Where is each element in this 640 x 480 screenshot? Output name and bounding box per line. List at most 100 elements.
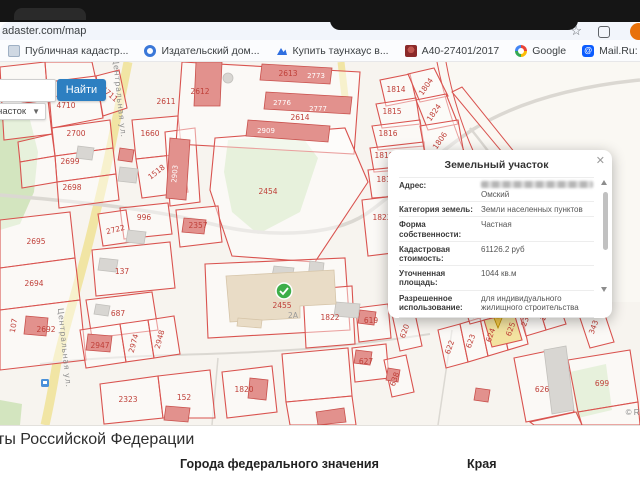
svg-text:137: 137 <box>115 267 130 276</box>
row-label: Разрешенное использование: <box>399 293 463 312</box>
find-button[interactable]: Найти <box>57 79 106 101</box>
row-value: для индивидуального жилищного строительс… <box>481 293 579 312</box>
svg-text:2909: 2909 <box>257 127 275 135</box>
svg-text:2698: 2698 <box>62 183 81 192</box>
scroll-up-icon[interactable] <box>601 180 607 185</box>
close-icon[interactable]: ✕ <box>596 154 605 167</box>
tab-shadow <box>330 20 578 30</box>
svg-text:2323: 2323 <box>118 395 137 404</box>
townhouse-icon <box>276 45 288 57</box>
redacted-address-line <box>481 181 593 188</box>
popup-footer: Отображена справочная информация об объе… <box>399 316 594 318</box>
scrollbar-thumb[interactable] <box>603 192 608 250</box>
svg-text:1814: 1814 <box>386 85 405 94</box>
object-type-select[interactable]: участок ▼ <box>0 103 46 120</box>
row-value: Земли населенных пунктов <box>481 205 583 215</box>
map-copyright: © Ru <box>625 408 640 417</box>
google-icon <box>515 44 528 57</box>
court-emblem-icon <box>404 44 417 57</box>
bookmark-publisher[interactable]: Издательский дом... <box>144 44 260 57</box>
extensions-icon[interactable] <box>598 26 610 38</box>
svg-text:2903: 2903 <box>170 165 180 183</box>
svg-text:1822: 1822 <box>320 313 339 322</box>
search-input[interactable] <box>0 79 56 102</box>
section-federal-cities: Города федерального значения <box>180 457 379 471</box>
svg-text:4710: 4710 <box>56 101 75 110</box>
svg-text:2А: 2А <box>288 311 299 320</box>
svg-text:687: 687 <box>111 309 126 318</box>
bookmark-google[interactable]: Google <box>515 44 567 57</box>
browser-tab[interactable] <box>14 8 86 20</box>
browser-window: adaster.com/map ☆ Публичная кадастр... И… <box>0 0 640 480</box>
store-marker-icon[interactable] <box>275 282 293 300</box>
bookmark-court-case[interactable]: А40-27401/2017 <box>404 44 500 57</box>
svg-text:2773: 2773 <box>307 72 325 80</box>
page-title: ты Российской Федерации <box>0 431 195 448</box>
bookmark-label: Купить таунхаус в... <box>292 44 389 57</box>
publisher-ring-icon <box>144 44 157 57</box>
info-row-address: Адрес: Омский <box>399 177 594 201</box>
svg-text:2454: 2454 <box>258 187 277 196</box>
svg-text:2699: 2699 <box>60 157 79 166</box>
info-row-cadastral-value: Кадастровая стоимость: 61126.2 руб <box>399 240 594 265</box>
bookmark-label: Издательский дом... <box>161 44 260 57</box>
row-label: Адрес: <box>399 181 427 190</box>
svg-text:996: 996 <box>137 213 152 222</box>
object-type-value: участок <box>0 106 27 117</box>
bookmark-label: Публичная кадастр... <box>25 44 129 57</box>
row-label: Кадастровая стоимость: <box>399 244 451 263</box>
svg-text:627: 627 <box>359 357 374 366</box>
svg-text:2776: 2776 <box>273 99 291 107</box>
svg-text:2692: 2692 <box>36 325 55 334</box>
parcel-info-popup: ✕ Земельный участок Адрес: Омский Катего… <box>388 150 612 318</box>
scroll-down-icon[interactable] <box>601 287 607 292</box>
row-value: Частная <box>481 220 512 230</box>
bookmarks-bar: Публичная кадастр... Издательский дом...… <box>0 40 640 62</box>
bookmark-townhouse[interactable]: Купить таунхаус в... <box>276 45 389 57</box>
svg-text:2947: 2947 <box>90 341 109 350</box>
url-text[interactable]: adaster.com/map <box>2 25 86 37</box>
cadastral-map[interactable]: Центральная ул. Центральная ул. 4710 4711 27… <box>0 62 640 426</box>
svg-text:1816: 1816 <box>378 129 397 138</box>
svg-text:152: 152 <box>177 393 192 402</box>
svg-text:2613: 2613 <box>278 69 297 78</box>
info-row-permitted-use: Разрешенное использование: для индивидуа… <box>399 289 594 314</box>
row-label: Форма собственности: <box>399 220 462 239</box>
svg-text:2777: 2777 <box>309 105 327 113</box>
svg-text:2357: 2357 <box>188 221 207 230</box>
row-value: 1044 кв.м <box>481 269 517 279</box>
bookmark-label: А40-27401/2017 <box>421 44 500 57</box>
info-row-ownership: Форма собственности: Частная <box>399 216 594 240</box>
section-krais: Края <box>467 457 497 471</box>
row-value: 61126.2 руб <box>481 244 525 254</box>
row-label: Категория земель: <box>399 205 473 215</box>
chevron-down-icon: ▼ <box>32 107 40 116</box>
bookmark-label: Mail.Ru: почта, пои... <box>599 44 640 57</box>
popup-title: Земельный участок <box>444 159 549 171</box>
bookmark-cadastre[interactable]: Публичная кадастр... <box>8 44 129 57</box>
svg-text:2614: 2614 <box>290 113 309 122</box>
svg-text:1815: 1815 <box>382 107 401 116</box>
profile-avatar[interactable] <box>630 23 640 40</box>
bookmark-mailru[interactable]: @ Mail.Ru: почта, пои... <box>582 44 640 57</box>
page-content: ты Российской Федерации Города федеральн… <box>0 426 640 480</box>
row-label: Уточненная площадь: <box>399 269 446 288</box>
bookmark-label: Google <box>532 44 567 57</box>
row-value: Омский <box>477 181 594 199</box>
svg-text:2695: 2695 <box>26 237 45 246</box>
svg-text:619: 619 <box>364 316 379 325</box>
svg-text:2694: 2694 <box>24 279 43 288</box>
info-row-category: Категория земель: Земли населенных пункт… <box>399 201 594 216</box>
info-row-area: Уточненная площадь: 1044 кв.м <box>399 265 594 289</box>
svg-text:1660: 1660 <box>140 129 159 138</box>
svg-text:699: 699 <box>595 379 610 388</box>
bus-stop-icon[interactable] <box>41 379 49 387</box>
mailru-icon: @ <box>582 44 595 57</box>
tab-bar <box>0 0 640 22</box>
svg-text:1820: 1820 <box>234 385 253 394</box>
cadastre-map-icon <box>8 44 20 57</box>
svg-text:626: 626 <box>535 385 550 394</box>
svg-text:2611: 2611 <box>156 97 175 106</box>
svg-text:2455: 2455 <box>272 301 291 310</box>
svg-text:2700: 2700 <box>66 129 85 138</box>
